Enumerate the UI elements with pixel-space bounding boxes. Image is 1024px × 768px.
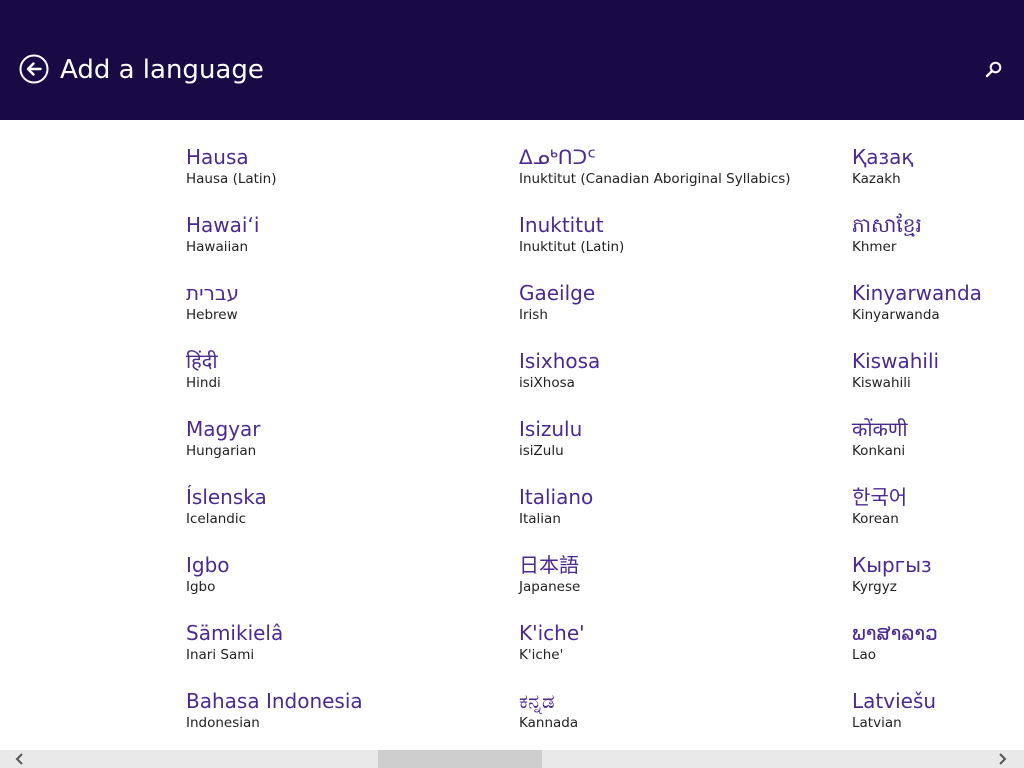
language-native-name: עברית: [186, 281, 239, 305]
language-english-name: Korean: [852, 511, 899, 527]
language-item-igbo[interactable]: Igbo Igbo: [186, 552, 363, 620]
language-english-name: isiZulu: [519, 443, 564, 459]
language-item-indonesian[interactable]: Bahasa Indonesia Indonesian: [186, 688, 363, 750]
horizontal-scrollbar[interactable]: [0, 750, 1024, 768]
language-english-name: Indonesian: [186, 715, 260, 731]
language-english-name: Kinyarwanda: [852, 307, 940, 323]
language-list: Hausa Hausa (Latin) Hawaiʻi Hawaiian עבר…: [0, 120, 1024, 750]
language-item-kazakh[interactable]: Қазақ Kazakh: [852, 144, 982, 212]
chevron-right-icon[interactable]: [994, 752, 1010, 766]
language-item-italian[interactable]: Italiano Italian: [519, 484, 791, 552]
language-native-name: Кыргыз: [852, 553, 932, 577]
language-native-name: Kiswahili: [852, 349, 940, 373]
language-native-name: Latviešu: [852, 689, 937, 713]
language-english-name: Inuktitut (Canadian Aboriginal Syllabics…: [519, 171, 791, 187]
language-native-name: K'iche': [519, 621, 585, 645]
language-native-name: Íslenska: [186, 485, 267, 509]
language-english-name: Latvian: [852, 715, 902, 731]
language-item-khmer[interactable]: ភាសាខ្មែរ Khmer: [852, 212, 982, 280]
language-english-name: Kyrgyz: [852, 579, 897, 595]
language-item-hawaiian[interactable]: Hawaiʻi Hawaiian: [186, 212, 363, 280]
language-item-isixhosa[interactable]: Isixhosa isiXhosa: [519, 348, 791, 416]
language-item-kannada[interactable]: ಕನ್ನಡ Kannada: [519, 688, 791, 750]
language-english-name: Italian: [519, 511, 561, 527]
language-item-latvian[interactable]: Latviešu Latvian: [852, 688, 982, 750]
language-item-japanese[interactable]: 日本語 Japanese: [519, 552, 791, 620]
language-item-kinyarwanda[interactable]: Kinyarwanda Kinyarwanda: [852, 280, 982, 348]
language-native-name: ಕನ್ನಡ: [519, 689, 555, 713]
language-native-name: Inuktitut: [519, 213, 604, 237]
language-item-korean[interactable]: 한국어 Korean: [852, 484, 982, 552]
language-english-name: Lao: [852, 647, 877, 663]
language-native-name: 한국어: [852, 485, 908, 509]
language-item-lao[interactable]: ພາສາລາວ Lao: [852, 620, 982, 688]
search-icon[interactable]: [984, 60, 1004, 80]
language-item-icelandic[interactable]: Íslenska Icelandic: [186, 484, 363, 552]
language-native-name: हिंदी: [186, 349, 218, 373]
back-arrow-circle-icon[interactable]: [19, 54, 49, 84]
language-english-name: Kannada: [519, 715, 579, 731]
language-english-name: Hebrew: [186, 307, 238, 323]
language-english-name: Igbo: [186, 579, 216, 595]
language-item-kiche[interactable]: K'iche' K'iche': [519, 620, 791, 688]
language-column-2: ᐃᓄᒃᑎᑐᑦ Inuktitut (Canadian Aboriginal Sy…: [519, 144, 791, 750]
language-english-name: K'iche': [519, 647, 564, 663]
language-native-name: ភាសាខ្មែរ: [852, 213, 922, 237]
language-item-hausa[interactable]: Hausa Hausa (Latin): [186, 144, 363, 212]
app-header: Add a language: [0, 0, 1024, 120]
language-native-name: कोंकणी: [852, 417, 908, 441]
language-item-isizulu[interactable]: Isizulu isiZulu: [519, 416, 791, 484]
language-native-name: Gaeilge: [519, 281, 596, 305]
language-native-name: Isizulu: [519, 417, 583, 441]
language-native-name: ພາສາລາວ: [852, 621, 938, 645]
language-english-name: Inari Sami: [186, 647, 255, 663]
language-native-name: Bahasa Indonesia: [186, 689, 363, 713]
language-english-name: Icelandic: [186, 511, 247, 527]
scrollbar-thumb[interactable]: [378, 750, 542, 768]
language-item-inari-sami[interactable]: Sämikielâ Inari Sami: [186, 620, 363, 688]
language-native-name: Igbo: [186, 553, 230, 577]
language-english-name: Konkani: [852, 443, 906, 459]
language-native-name: ᐃᓄᒃᑎᑐᑦ: [519, 145, 596, 169]
page-title: Add a language: [60, 55, 264, 85]
language-english-name: Hungarian: [186, 443, 257, 459]
language-native-name: 日本語: [519, 553, 579, 577]
language-item-hebrew[interactable]: עברית Hebrew: [186, 280, 363, 348]
language-native-name: Isixhosa: [519, 349, 601, 373]
language-item-inuktitut-syllabics[interactable]: ᐃᓄᒃᑎᑐᑦ Inuktitut (Canadian Aboriginal Sy…: [519, 144, 791, 212]
language-english-name: Japanese: [519, 579, 581, 595]
chevron-left-icon[interactable]: [12, 752, 28, 766]
language-item-inuktitut-latin[interactable]: Inuktitut Inuktitut (Latin): [519, 212, 791, 280]
language-item-hindi[interactable]: हिंदी Hindi: [186, 348, 363, 416]
language-native-name: Kinyarwanda: [852, 281, 982, 305]
language-native-name: Hausa: [186, 145, 249, 169]
language-native-name: Hawaiʻi: [186, 213, 260, 237]
language-english-name: isiXhosa: [519, 375, 575, 391]
language-column-3: Қазақ Kazakh ភាសាខ្មែរ Khmer Kinyarwanda…: [852, 144, 982, 750]
language-item-konkani[interactable]: कोंकणी Konkani: [852, 416, 982, 484]
language-item-hungarian[interactable]: Magyar Hungarian: [186, 416, 363, 484]
language-english-name: Kiswahili: [852, 375, 911, 391]
language-column-1: Hausa Hausa (Latin) Hawaiʻi Hawaiian עבר…: [186, 144, 363, 750]
language-native-name: Sämikielâ: [186, 621, 284, 645]
language-english-name: Irish: [519, 307, 548, 323]
language-english-name: Khmer: [852, 239, 897, 255]
language-item-kiswahili[interactable]: Kiswahili Kiswahili: [852, 348, 982, 416]
language-native-name: Magyar: [186, 417, 261, 441]
language-native-name: Italiano: [519, 485, 594, 509]
language-english-name: Inuktitut (Latin): [519, 239, 625, 255]
language-english-name: Hawaiian: [186, 239, 249, 255]
language-item-irish[interactable]: Gaeilge Irish: [519, 280, 791, 348]
language-english-name: Hindi: [186, 375, 221, 391]
language-english-name: Kazakh: [852, 171, 901, 187]
language-english-name: Hausa (Latin): [186, 171, 277, 187]
language-native-name: Қазақ: [852, 145, 914, 169]
language-item-kyrgyz[interactable]: Кыргыз Kyrgyz: [852, 552, 982, 620]
